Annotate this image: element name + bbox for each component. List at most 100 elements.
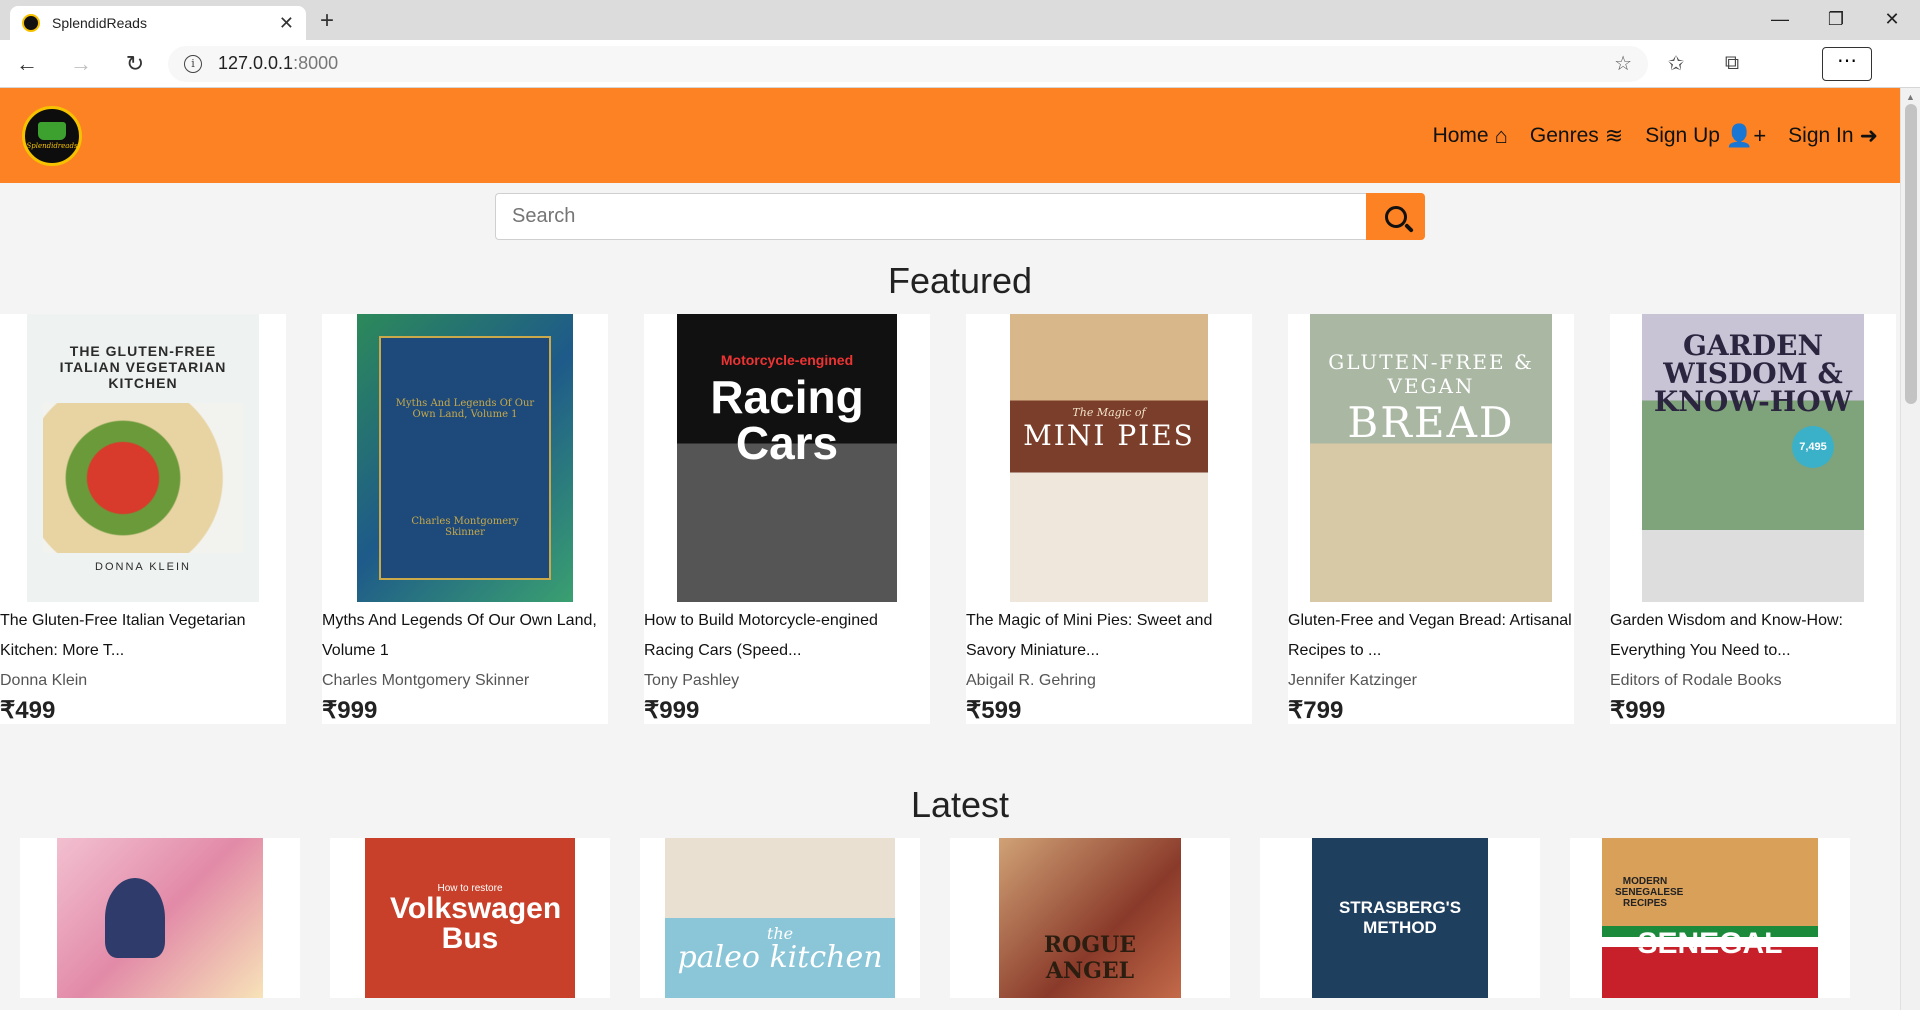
book-card[interactable]: the paleo kitchen [640, 838, 920, 998]
url-port: :8000 [293, 53, 339, 73]
book-title[interactable]: How to Build Motorcycle-engined Racing C… [644, 606, 930, 666]
book-cover[interactable] [57, 838, 263, 998]
logo-text: Splendidreads [26, 141, 78, 150]
book-price: ₹999 [1610, 697, 1666, 724]
book-title[interactable]: Garden Wisdom and Know-How: Everything Y… [1610, 606, 1896, 666]
book-cover[interactable]: STRASBERG'S METHOD [1312, 838, 1488, 998]
collections-icon[interactable]: ⧉ [1704, 52, 1760, 75]
user-plus-icon: 👤+ [1725, 122, 1767, 148]
home-icon: ⌂ [1494, 122, 1508, 148]
cover-author: DONNA KLEIN [95, 561, 191, 573]
nav-home-link[interactable]: Home ⌂ [1433, 123, 1508, 149]
cover-title: MINI PIES [1023, 419, 1195, 452]
cover-subtitle: Motorcycle-engined [720, 352, 854, 368]
nav-signin-label: Sign In [1788, 123, 1854, 147]
book-card[interactable]: STRASBERG'S METHOD [1260, 838, 1540, 998]
back-arrow-icon[interactable]: ← [0, 51, 54, 77]
book-card[interactable]: GLUTEN-FREE & VEGAN BREAD Gluten-Free an… [1288, 314, 1574, 724]
cover-title: GARDEN WISDOM & KNOW-HOW [1653, 329, 1853, 418]
minimize-button[interactable]: — [1752, 0, 1808, 40]
favorites-icon[interactable]: ✩ [1648, 51, 1704, 76]
address-bar[interactable]: i 127.0.0.1 :8000 ☆ [168, 45, 1648, 82]
search-icon [1384, 205, 1407, 228]
tab-title: SplendidReads [52, 15, 147, 31]
layers-icon: ≋ [1604, 122, 1624, 148]
nav-links: Home ⌂ Genres ≋ Sign Up 👤+ Sign In ➜ [1433, 123, 1878, 149]
site-navbar: Splendidreads Home ⌂ Genres ≋ Sign Up 👤+… [0, 88, 1900, 183]
nav-home-label: Home [1432, 123, 1489, 147]
book-author: Tony Pashley [644, 672, 740, 689]
book-cover[interactable]: GLUTEN-FREE & VEGAN BREAD [1288, 314, 1574, 602]
book-title[interactable]: The Gluten-Free Italian Vegetarian Kitch… [0, 606, 286, 666]
cover-title: BREAD [1347, 398, 1515, 447]
reload-icon[interactable]: ↻ [108, 51, 162, 77]
close-tab-icon[interactable]: ✕ [279, 13, 294, 34]
cover-title: paleo kitchen [677, 939, 883, 975]
book-card[interactable] [20, 838, 300, 998]
book-author: Abigail R. Gehring [966, 672, 1096, 689]
book-card[interactable]: How to restore Volkswagen Bus [330, 838, 610, 998]
book-cover[interactable]: ROGUE ANGEL [999, 838, 1181, 998]
book-card[interactable]: ROGUE ANGEL [950, 838, 1230, 998]
forward-arrow-icon[interactable]: → [54, 51, 108, 77]
book-author: Jennifer Katzinger [1288, 672, 1417, 689]
browser-toolbar: ← → ↻ i 127.0.0.1 :8000 ☆ ✩ ⧉ ⋯ [0, 40, 1920, 88]
book-card[interactable]: THE GLUTEN-FREE ITALIAN VEGETARIAN KITCH… [0, 314, 286, 724]
book-cover[interactable]: MODERN SENEGALESE RECIPES SENEGAL [1602, 838, 1818, 998]
latest-heading: Latest [910, 784, 1010, 825]
book-author: Donna Klein [0, 672, 88, 689]
book-title[interactable]: Gluten-Free and Vegan Bread: Artisanal R… [1288, 606, 1574, 666]
cover-title: STRASBERG'S METHOD [1338, 898, 1462, 937]
book-title[interactable]: Myths And Legends Of Our Own Land, Volum… [322, 606, 608, 666]
cover-badge: 7,495 [1792, 426, 1834, 468]
book-cover[interactable]: Myths And Legends Of Our Own Land, Volum… [322, 314, 608, 602]
book-cover[interactable]: The Magic of MINI PIES [966, 314, 1252, 602]
nav-genres-label: Genres [1529, 123, 1599, 147]
cover-subtitle: MODERN SENEGALESE RECIPES [1615, 875, 1684, 909]
book-title[interactable]: The Magic of Mini Pies: Sweet and Savory… [966, 606, 1252, 666]
book-card[interactable]: Myths And Legends Of Our Own Land, Volum… [322, 314, 608, 724]
book-cover[interactable]: Motorcycle-engined Racing Cars [644, 314, 930, 602]
new-tab-button[interactable]: + [320, 7, 334, 35]
close-window-button[interactable]: ✕ [1864, 0, 1920, 40]
book-cover[interactable]: THE GLUTEN-FREE ITALIAN VEGETARIAN KITCH… [0, 314, 286, 602]
book-cover[interactable]: How to restore Volkswagen Bus [365, 838, 575, 998]
nav-signup-link[interactable]: Sign Up 👤+ [1645, 123, 1766, 149]
book-cover[interactable]: GARDEN WISDOM & KNOW-HOW 7,495 [1610, 314, 1896, 602]
cover-title: Racing Cars [710, 371, 864, 469]
book-card[interactable]: The Magic of MINI PIES The Magic of Mini… [966, 314, 1252, 724]
book-card[interactable]: MODERN SENEGALESE RECIPES SENEGAL [1570, 838, 1850, 998]
cover-title: Myths And Legends Of Our Own Land, Volum… [395, 398, 535, 420]
book-cover[interactable]: the paleo kitchen [665, 838, 895, 998]
book-author: Charles Montgomery Skinner [322, 672, 530, 689]
search-bar [0, 193, 1920, 240]
nav-signin-link[interactable]: Sign In ➜ [1788, 123, 1878, 149]
book-icon [38, 121, 66, 140]
search-button[interactable] [1366, 193, 1425, 240]
book-card[interactable]: GARDEN WISDOM & KNOW-HOW 7,495 Garden Wi… [1610, 314, 1896, 724]
book-price: ₹799 [1288, 697, 1344, 724]
site-favicon-icon [22, 14, 40, 32]
book-card[interactable]: Motorcycle-engined Racing Cars How to Bu… [644, 314, 930, 724]
book-price: ₹499 [0, 697, 56, 724]
book-author: Editors of Rodale Books [1610, 672, 1782, 689]
browser-tab[interactable]: SplendidReads ✕ [10, 6, 306, 40]
more-menu-icon[interactable]: ⋯ [1822, 46, 1872, 81]
cover-title: ROGUE ANGEL [1043, 932, 1137, 984]
splendidreads-logo[interactable]: Splendidreads [22, 105, 82, 166]
window-controls: — ❐ ✕ [1752, 0, 1920, 40]
cover-author: Charles Montgomery Skinner [411, 516, 519, 538]
nav-signup-label: Sign Up [1645, 123, 1720, 147]
scroll-up-arrow-icon[interactable]: ▲ [1906, 92, 1915, 102]
nav-genres-link[interactable]: Genres ≋ [1530, 123, 1623, 149]
scrollbar-thumb[interactable] [1905, 104, 1917, 404]
book-price: ₹999 [322, 697, 378, 724]
browser-tab-strip: SplendidReads ✕ + — ❐ ✕ [0, 0, 1920, 40]
cover-art [105, 878, 165, 958]
url-host: 127.0.0.1 [218, 53, 294, 73]
site-info-icon[interactable]: i [184, 54, 202, 73]
search-input[interactable] [495, 193, 1366, 240]
maximize-button[interactable]: ❐ [1808, 0, 1864, 40]
page-scrollbar[interactable]: ▲ [1900, 88, 1920, 1010]
add-favorite-star-icon[interactable]: ☆ [1614, 51, 1632, 76]
